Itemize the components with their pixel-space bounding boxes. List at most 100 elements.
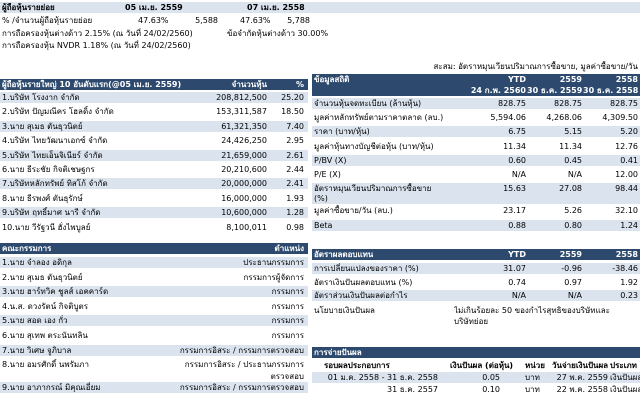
- dividend-type: เงินปันผล: [610, 373, 640, 382]
- stats-value-2558: 5.20: [620, 127, 638, 137]
- stats-value-2559: 4,268.06: [546, 113, 582, 123]
- stats-row: ราคา (บาท/หุ้น) 6.75 5.15 5.20: [312, 126, 640, 138]
- stats-date-2558: 30 ธ.ค. 2558: [583, 86, 638, 95]
- board-member-row: 3.นาย ฮาร์ทวิค ชูลส์ เอคคาร์ด กรรมการ: [0, 286, 308, 298]
- returns-title: อัตราผลตอบแทน: [314, 250, 374, 259]
- stats-value-2558: 1.24: [620, 220, 638, 230]
- board-member-name: 9.นาย อาภากรณ์ มิคุณเอี่ยม: [2, 383, 101, 393]
- dividend-unit: บาท: [525, 373, 540, 382]
- dividend-table: การจ่ายปันผล รอบผลประกอบการ เงินปันผล (ต…: [312, 347, 640, 401]
- stats-value-2558: 4,309.50: [602, 113, 638, 123]
- board-member-row: 6.นาย สุเทพ ตระนันทลิน กรรมการ: [0, 330, 308, 341]
- statistics-table: สะสม: อัตราหมุนเวียนปริมาณการซื้อขาย, มู…: [312, 61, 640, 236]
- board-member-row-cont: ตรวจสอบ: [0, 371, 308, 382]
- returns-label: อัตราส่วนเงินปันผลต่อกำไร: [314, 291, 408, 300]
- dividend-unit: บาท: [525, 385, 540, 394]
- stats-row: มูลค่าหุ้นทางบัญชีต่อหุ้น (บาท/หุ้น) 11.3…: [312, 141, 640, 152]
- board-member-name: 8.นาย อมรศักดิ์ นพรัมภา: [2, 360, 89, 370]
- retail-pct-2: 47.63%: [240, 16, 271, 25]
- stats-value-2558: 828.75: [610, 99, 638, 108]
- shareholder-row: 1.บริษัท โรงงาก จำกัด 208,812,500 25.20: [0, 92, 308, 103]
- stats-row: มูลค่าซื้อขาย/วัน (ลบ.) 23.17 5.26 32.10: [312, 205, 640, 216]
- stats-col-ytd: YTD: [508, 75, 526, 84]
- retail-date-1: 05 เม.ย. 2559: [125, 3, 183, 12]
- board-member-position: กรรมการ: [271, 331, 304, 340]
- shareholders-header: ผู้ถือหุ้นรายใหญ่ 10 อันดับแรก(@05 เม.ย.…: [0, 79, 308, 90]
- top-summary: ผู้ถือหุ้นรายย่อย 05 เม.ย. 2559 07 เม.ย.…: [0, 0, 640, 56]
- returns-value-2558: -38.46: [612, 264, 638, 273]
- shareholder-shares: 20,000,000: [221, 179, 267, 189]
- shareholder-row: 2.บริษัท ปัญมณีคร โฮลดิ้ง จำกัด 153,311,5…: [0, 106, 308, 117]
- returns-row: การเปลี่ยนแปลงของราคา (%) 31.07 -0.96 -38.4…: [312, 263, 640, 274]
- returns-value-ytd: N/A: [511, 291, 526, 300]
- board-member-name: 1.นาย จำลอง อดิกุล: [2, 258, 72, 267]
- board-member-position-cont: ตรวจสอบ: [270, 371, 304, 381]
- nvdr-row: การถือครองหุ้น NVDR 1.18% (ณ วันที่ 24/0…: [0, 40, 640, 51]
- stats-row: Beta 0.88 0.80 1.24: [312, 219, 640, 231]
- returns-header-row: อัตราผลตอบแทน YTD 2559 2558: [312, 249, 640, 260]
- board-member-position: กรรมการ: [271, 301, 304, 311]
- stats-value-ytd: 23.17: [503, 206, 526, 216]
- returns-value-ytd: 31.07: [503, 264, 526, 273]
- board-member-name: 2.นาย สุเมธ ตันธุวนิตย์: [2, 272, 83, 282]
- stats-label: Beta: [314, 220, 333, 230]
- stats-value-2559: N/A: [567, 170, 582, 179]
- stats-value-2559: 828.75: [554, 99, 582, 108]
- board-member-row: 7.นาย วิเศษ จูภิบาล กรรมการอิสระ / กรรมกา…: [0, 344, 308, 356]
- stats-note: สะสม: อัตราหมุนเวียนปริมาณการซื้อขาย, มู…: [433, 62, 638, 71]
- nvdr-holding: การถือครองหุ้น NVDR 1.18% (ณ วันที่ 24/0…: [2, 41, 191, 50]
- returns-value-2559: -0.96: [561, 264, 582, 273]
- stats-label: มูลค่าหลักทรัพย์ตามราคาตลาด (ลบ.): [314, 113, 444, 123]
- dividend-amount: 0.10: [482, 385, 500, 394]
- shareholder-name: 7.บริษัทหลักทรัพย์ ทิสโก้ จำกัด: [2, 179, 108, 189]
- shareholder-row: 6.นาย ธีระชัย กิจติเชษฐกร 20,210,600 2.44: [0, 164, 308, 175]
- board-member-name: 5.นาย สอด เอง กั่ว: [2, 316, 68, 326]
- dividend-title: การจ่ายปันผล: [314, 348, 362, 357]
- retail-date-2: 07 เม.ย. 2558: [247, 3, 305, 12]
- stats-label-cont: (%): [314, 194, 328, 204]
- stats-value-2558: 0.41: [620, 155, 638, 165]
- shareholder-name: 10.นาย วีรัฐวนี ฮั่งไพบูลย์: [2, 222, 91, 232]
- dividend-col-paydate: วันจ่ายเงินปันผล: [552, 361, 609, 370]
- stats-value-2558: 32.10: [615, 206, 638, 216]
- shareholder-pct: 25.20: [281, 93, 304, 102]
- shareholder-shares: 8,100,011: [226, 222, 267, 232]
- board-member-name: 4.น.ส. ดวงรัตน์ กิจติบูตร: [2, 301, 89, 311]
- shareholder-pct: 7.40: [286, 121, 304, 131]
- shareholder-shares: 61,321,350: [221, 121, 267, 131]
- board-member-row: 2.นาย สุเมธ ตันธุวนิตย์ กรรมการผู้จัดการ: [0, 272, 308, 283]
- shareholder-shares: 208,812,500: [216, 93, 267, 102]
- board-member-row: 9.นาย อาภากรณ์ มิคุณเอี่ยม กรรมการอิสระ /…: [0, 382, 308, 394]
- returns-row: อัตราเงินปันผลตอบแทน (%) 0.74 0.97 1.92: [312, 277, 640, 288]
- retail-header-row: ผู้ถือหุ้นรายย่อย 05 เม.ย. 2559 07 เม.ย.…: [0, 2, 640, 13]
- dividend-amount: 0.05: [482, 373, 500, 382]
- retail-label: ผู้ถือหุ้นรายย่อย: [2, 3, 55, 12]
- retail-pct-label: % /จำนวนผู้ถือหุ้นรายย่อย: [2, 16, 93, 25]
- board-member-position: กรรมการ: [271, 287, 304, 297]
- returns-col-ytd: YTD: [508, 250, 526, 259]
- foreign-row: การถือครองหุ้นต่างด้าว 2.15% (ณ วันที่ 2…: [0, 28, 640, 39]
- stats-row-cont: (%): [312, 193, 640, 205]
- retail-pct-row: % /จำนวนผู้ถือหุ้นรายย่อย 47.63% 5,588 4…: [0, 15, 640, 26]
- shareholder-shares: 24,426,250: [221, 136, 267, 146]
- stats-row: P/E (X) N/A N/A 12.00: [312, 169, 640, 180]
- board-member-position: กรรมการอิสระ / ประธานกรรมการ: [184, 360, 304, 370]
- shareholder-name: 8.นาย ธีรพงศ์ ตันธุรักษ์: [2, 193, 83, 203]
- dividend-col-type: ประเภท: [610, 361, 637, 370]
- dividend-policy-row: นโยบายเงินปันผล ไม่เกินร้อยละ 50 ของกำไร…: [312, 305, 640, 316]
- returns-value-2559: N/A: [567, 291, 582, 300]
- shareholder-pct: 2.61: [286, 150, 304, 160]
- foreign-holding: การถือครองหุ้นต่างด้าว 2.15% (ณ วันที่ 2…: [2, 29, 193, 38]
- stats-value-2558: 12.00: [615, 170, 638, 179]
- shareholder-pct: 2.44: [286, 165, 304, 174]
- board-member-row: 4.น.ส. ดวงรัตน์ กิจติบูตร กรรมการ: [0, 301, 308, 312]
- stats-value-2559: 0.45: [564, 155, 582, 165]
- stats-value-ytd: 0.60: [508, 155, 526, 165]
- dividend-policy-label: นโยบายเงินปันผล: [314, 306, 375, 315]
- shareholder-shares: 20,210,600: [221, 165, 267, 174]
- dividend-row: 01 ม.ค. 2558 - 31 ธ.ค. 2558 0.05 บาท 27 พ.ค…: [312, 372, 640, 383]
- dividend-col-amount: เงินปันผล (ต่อหุ้น): [450, 361, 514, 370]
- returns-col-2559: 2559: [559, 250, 582, 259]
- board-col-position: ตำแหน่ง: [274, 244, 305, 253]
- stats-label: จำนวนหุ้นจดทะเบียน (ล้านหุ้น): [314, 99, 422, 108]
